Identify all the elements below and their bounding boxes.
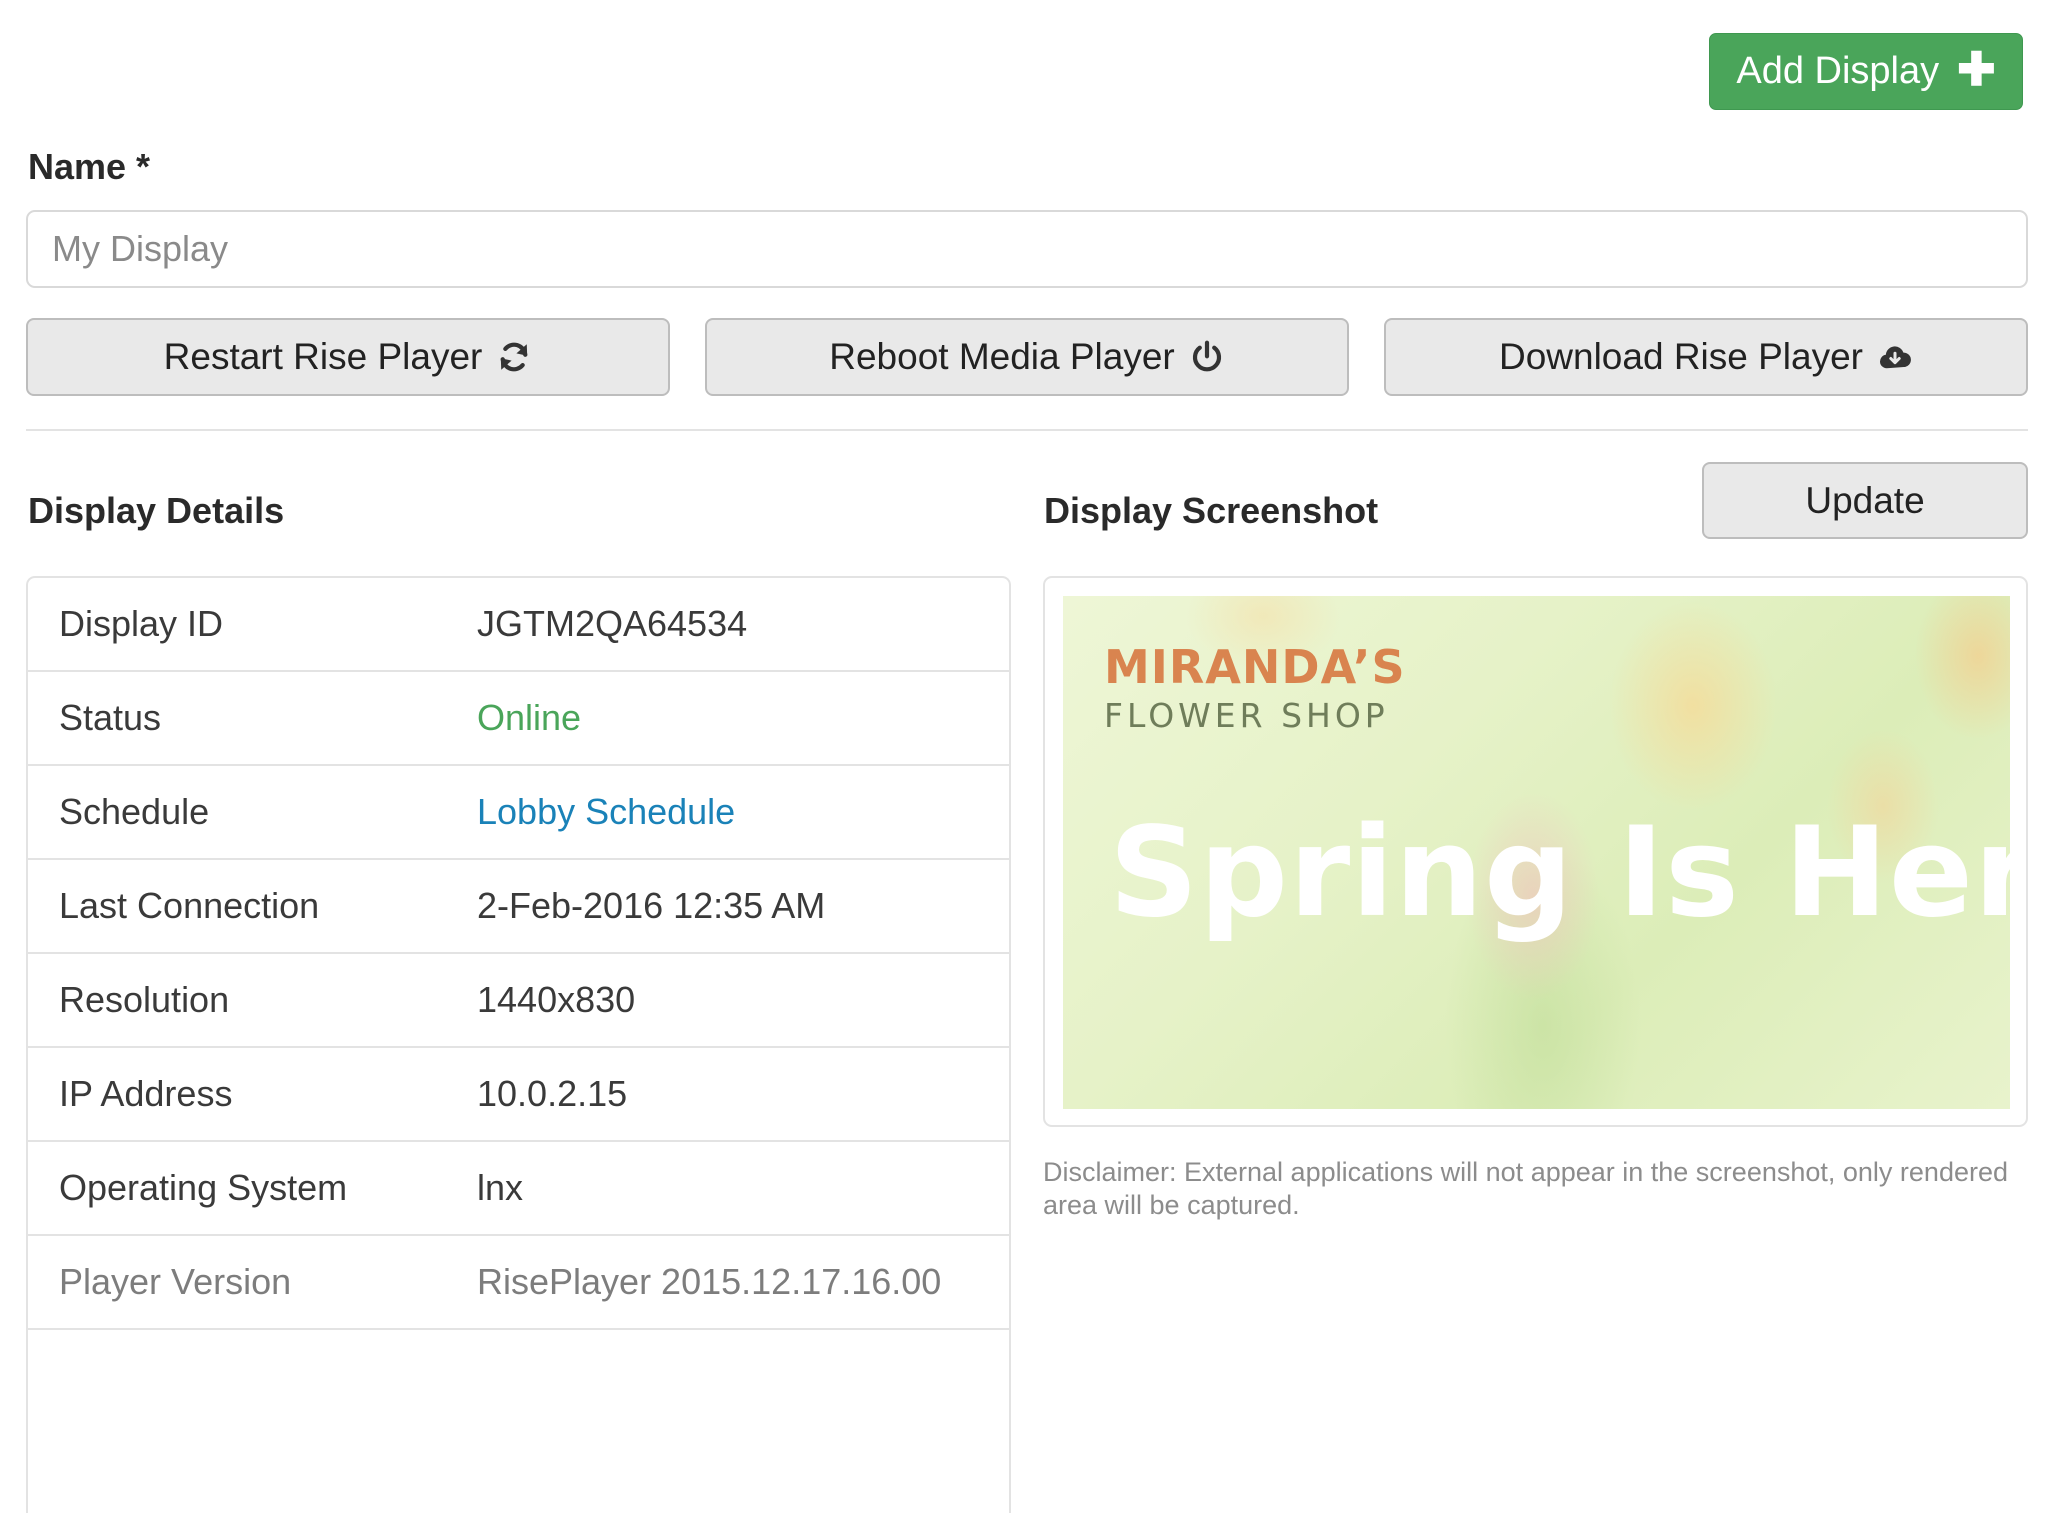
name-label: Name * [28, 146, 151, 187]
detail-row-schedule: Schedule Lobby Schedule [28, 766, 1009, 860]
section-divider [26, 429, 2028, 431]
player-version-value: RisePlayer 2015.12.17.16.00 [477, 1261, 942, 1302]
display-id-value: JGTM2QA64534 [477, 603, 748, 644]
detail-label: Status [59, 697, 162, 738]
ip-address-value: 10.0.2.15 [477, 1073, 628, 1114]
update-label: Update [1805, 479, 1925, 521]
screenshot-disclaimer: Disclaimer: External applications will n… [1043, 1157, 2008, 1220]
add-display-button[interactable]: Add Display ✚ [1709, 33, 2023, 110]
detail-label: Resolution [59, 979, 230, 1020]
detail-label: Last Connection [59, 885, 320, 926]
display-details-table: Display ID JGTM2QA64534 Status Online Sc… [26, 576, 1011, 1513]
power-icon [1192, 340, 1221, 372]
restart-rise-player-button[interactable]: Restart Rise Player [26, 318, 670, 396]
brand-name: MIRANDA’S [1104, 640, 1406, 694]
detail-label: Schedule [59, 791, 210, 832]
detail-label: Display ID [59, 603, 224, 644]
download-rise-player-button[interactable]: Download Rise Player [1384, 318, 2028, 396]
download-label: Download Rise Player [1498, 336, 1863, 377]
add-display-label: Add Display [1736, 50, 1940, 92]
detail-row-status: Status Online [28, 672, 1009, 766]
cloud-download-icon [1879, 346, 1911, 369]
schedule-link[interactable]: Lobby Schedule [477, 791, 735, 833]
detail-row-display-id: Display ID JGTM2QA64534 [28, 578, 1009, 672]
reboot-media-player-button[interactable]: Reboot Media Player [705, 318, 1349, 396]
brand-subtitle: FLOWER SHOP [1104, 696, 1389, 735]
detail-label: Player Version [59, 1261, 292, 1302]
status-value: Online [477, 697, 582, 738]
display-details-title: Display Details [28, 490, 285, 531]
update-screenshot-button[interactable]: Update [1702, 462, 2028, 539]
plus-icon: ✚ [1957, 42, 1996, 95]
refresh-icon [501, 342, 528, 372]
resolution-value: 1440x830 [477, 979, 636, 1020]
reboot-label: Reboot Media Player [829, 336, 1175, 377]
display-screenshot-panel: MIRANDA’S FLOWER SHOP Spring Is Here [1043, 576, 2028, 1127]
detail-row-player-version: Player Version RisePlayer 2015.12.17.16.… [28, 1236, 1009, 1330]
operating-system-value: lnx [477, 1167, 524, 1208]
detail-row-last-connection: Last Connection 2-Feb-2016 12:35 AM [28, 860, 1009, 954]
detail-row-operating-system: Operating System lnx [28, 1142, 1009, 1236]
name-input[interactable] [26, 210, 2028, 288]
detail-label: IP Address [59, 1073, 233, 1114]
detail-label: Operating System [59, 1167, 348, 1208]
detail-row-ip-address: IP Address 10.0.2.15 [28, 1048, 1009, 1142]
last-connection-value: 2-Feb-2016 12:35 AM [477, 885, 826, 926]
detail-row-resolution: Resolution 1440x830 [28, 954, 1009, 1048]
screenshot-headline: Spring Is Here [1109, 801, 2010, 945]
restart-label: Restart Rise Player [163, 336, 483, 377]
display-screenshot-title: Display Screenshot [1044, 490, 1379, 531]
display-screenshot-image: MIRANDA’S FLOWER SHOP Spring Is Here [1063, 596, 2010, 1109]
